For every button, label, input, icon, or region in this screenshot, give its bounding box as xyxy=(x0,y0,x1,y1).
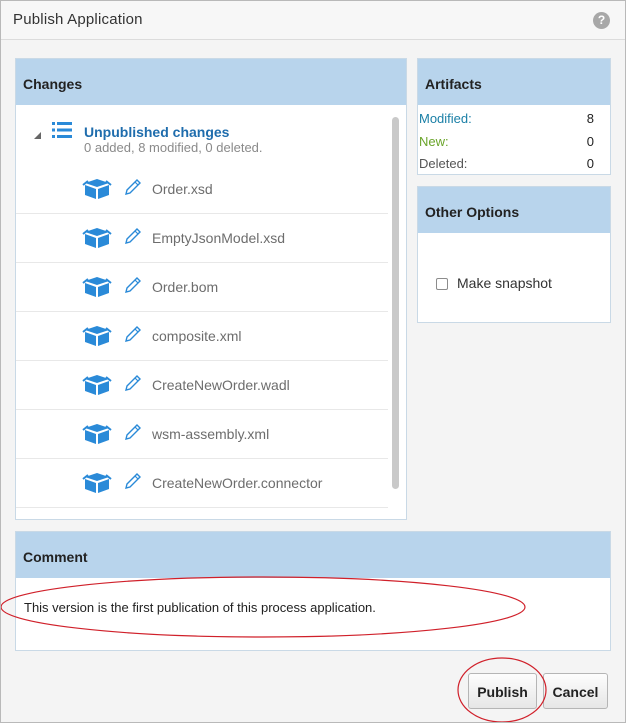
cancel-button[interactable]: Cancel xyxy=(543,673,608,709)
package-icon xyxy=(82,472,112,499)
other-options-panel: Other Options Make snapshot xyxy=(417,186,611,323)
file-row[interactable]: CreateNewOrder.wadl xyxy=(16,361,388,410)
file-name[interactable]: Order.xsd xyxy=(152,181,213,197)
package-icon xyxy=(82,227,112,254)
make-snapshot-label[interactable]: Make snapshot xyxy=(457,275,552,291)
pencil-icon xyxy=(123,226,143,251)
collapse-triangle-icon[interactable] xyxy=(34,132,41,139)
pencil-icon xyxy=(123,422,143,447)
comment-panel: Comment This version is the first public… xyxy=(15,531,611,651)
file-name[interactable]: EmptyJsonModel.xsd xyxy=(152,230,285,246)
new-label: New: xyxy=(419,134,449,149)
artifacts-panel: Artifacts Modified: 8 New: 0 Deleted: 0 xyxy=(417,58,611,175)
list-icon xyxy=(52,122,72,138)
artifact-deleted-row: Deleted: 0 xyxy=(418,152,610,174)
unpublished-changes-title[interactable]: Unpublished changes xyxy=(84,124,229,140)
comment-header: Comment xyxy=(16,532,610,578)
artifact-new-row: New: 0 xyxy=(418,130,610,152)
scrollbar-thumb[interactable] xyxy=(392,117,399,489)
file-row[interactable]: CreateNewOrder.connector xyxy=(16,459,388,508)
changes-header: Changes xyxy=(16,59,406,105)
deleted-label: Deleted: xyxy=(419,156,468,171)
help-icon[interactable]: ? xyxy=(593,12,610,29)
file-name[interactable]: composite.xml xyxy=(152,328,241,344)
new-count: 0 xyxy=(586,134,594,149)
changes-panel: Changes Unpublished changes 0 added, 8 m… xyxy=(15,58,407,520)
publish-button[interactable]: Publish xyxy=(468,673,537,709)
file-name[interactable]: Order.bom xyxy=(152,279,218,295)
dialog-title: Publish Application xyxy=(13,11,143,28)
package-icon xyxy=(82,178,112,205)
file-name[interactable]: CreateNewOrder.wadl xyxy=(152,377,290,393)
file-name[interactable]: CreateNewOrder.connector xyxy=(152,475,322,491)
artifact-modified-row: Modified: 8 xyxy=(418,107,610,129)
modified-count: 8 xyxy=(586,111,594,126)
make-snapshot-checkbox[interactable] xyxy=(436,278,448,290)
artifacts-header: Artifacts xyxy=(418,59,610,105)
pencil-icon xyxy=(123,177,143,202)
deleted-count: 0 xyxy=(586,156,594,171)
file-row[interactable]: wsm-assembly.xml xyxy=(16,410,388,459)
pencil-icon xyxy=(123,324,143,349)
file-row[interactable]: Order.bom xyxy=(16,263,388,312)
publish-dialog: Publish Application ? Changes Unpublishe… xyxy=(0,0,626,723)
package-icon xyxy=(82,325,112,352)
pencil-icon xyxy=(123,275,143,300)
file-row[interactable]: EmptyJsonModel.xsd xyxy=(16,214,388,263)
unpublished-changes-node[interactable]: Unpublished changes 0 added, 8 modified,… xyxy=(16,105,388,157)
changes-summary: 0 added, 8 modified, 0 deleted. xyxy=(84,140,263,155)
file-name[interactable]: wsm-assembly.xml xyxy=(152,426,269,442)
pencil-icon xyxy=(123,373,143,398)
title-bar: Publish Application ? xyxy=(1,1,625,40)
package-icon xyxy=(82,374,112,401)
package-icon xyxy=(82,276,112,303)
other-options-header: Other Options xyxy=(418,187,610,233)
file-row[interactable]: composite.xml xyxy=(16,312,388,361)
comment-textarea[interactable]: This version is the first publication of… xyxy=(24,600,376,615)
file-row[interactable]: Order.xsd xyxy=(16,165,388,214)
pencil-icon xyxy=(123,471,143,496)
package-icon xyxy=(82,423,112,450)
modified-label: Modified: xyxy=(419,111,472,126)
changed-files-list: Order.xsd EmptyJsonModel.xsd Order.bom comp… xyxy=(16,165,388,508)
